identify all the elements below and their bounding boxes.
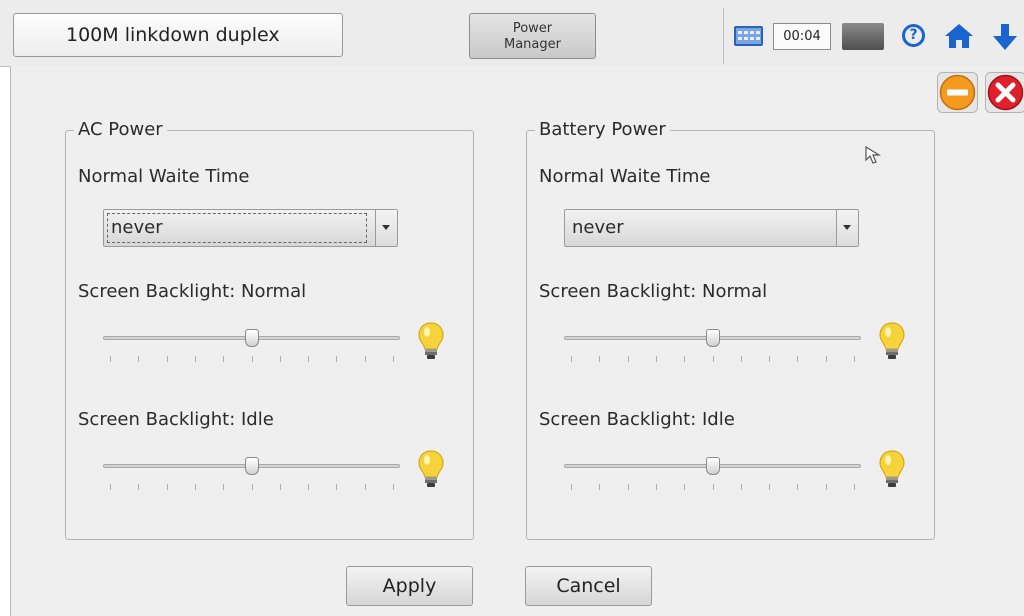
- slider-thumb[interactable]: [245, 457, 259, 475]
- slider-tick: [280, 484, 281, 490]
- ac-backlight-idle-label: Screen Backlight: Idle: [78, 409, 274, 430]
- battery-backlight-idle-label: Screen Backlight: Idle: [539, 409, 735, 430]
- ac-backlight-idle-slider[interactable]: [103, 457, 400, 497]
- slider-tick: [769, 356, 770, 362]
- ac-backlight-normal-slider[interactable]: [103, 329, 400, 369]
- cancel-button[interactable]: Cancel: [525, 566, 652, 606]
- slider-tick: [223, 356, 224, 362]
- minimize-button[interactable]: [937, 72, 978, 113]
- slider-tick: [854, 484, 855, 490]
- minimize-icon: [937, 72, 978, 113]
- keyboard-icon[interactable]: [734, 26, 763, 46]
- slider-tick: [826, 484, 827, 490]
- slider-thumb[interactable]: [245, 329, 259, 347]
- slider-tick: [280, 356, 281, 362]
- slider-tick: [854, 356, 855, 362]
- slider-tick: [167, 484, 168, 490]
- clock: 00:04: [773, 23, 831, 50]
- home-icon[interactable]: [944, 22, 974, 50]
- lightbulb-icon: [879, 450, 905, 487]
- slider-tick: [252, 484, 253, 490]
- slider-tick: [656, 484, 657, 490]
- lightbulb-icon: [418, 322, 444, 359]
- slider-tick: [741, 356, 742, 362]
- power-manager-label-line1: Power: [512, 21, 553, 36]
- battery-wait-time-value: never: [572, 217, 624, 238]
- slider-tick: [365, 356, 366, 362]
- slider-tick: [571, 484, 572, 490]
- slider-tick: [628, 484, 629, 490]
- slider-tick: [195, 356, 196, 362]
- slider-tick: [769, 484, 770, 490]
- slider-tick: [138, 484, 139, 490]
- help-icon[interactable]: ?: [902, 24, 925, 47]
- slider-tick: [110, 356, 111, 362]
- slider-tick: [336, 484, 337, 490]
- slider-tick: [797, 356, 798, 362]
- slider-tick: [656, 356, 657, 362]
- slider-tick: [713, 484, 714, 490]
- slider-tick: [308, 484, 309, 490]
- lightbulb-icon: [879, 322, 905, 359]
- slider-tick: [393, 484, 394, 490]
- ac-backlight-normal-label: Screen Backlight: Normal: [78, 281, 307, 302]
- slider-tick: [599, 484, 600, 490]
- ac-wait-time-label: Normal Waite Time: [78, 166, 250, 187]
- battery-power-title: Battery Power: [535, 120, 670, 140]
- slider-tick: [797, 484, 798, 490]
- slider-tick: [138, 356, 139, 362]
- slider-thumb[interactable]: [706, 457, 720, 475]
- slider-tick: [741, 484, 742, 490]
- power-manager-label-line2: Manager: [504, 37, 561, 52]
- close-button[interactable]: [985, 72, 1024, 113]
- slider-tick: [393, 356, 394, 362]
- slider-tick: [571, 356, 572, 362]
- chevron-down-icon[interactable]: [375, 210, 397, 246]
- mouse-cursor-icon: [865, 145, 882, 164]
- separator: [723, 8, 724, 64]
- battery-backlight-idle-slider[interactable]: [564, 457, 861, 497]
- chevron-down-icon[interactable]: [836, 210, 858, 246]
- slider-tick: [167, 356, 168, 362]
- slider-tick: [195, 484, 196, 490]
- slider-tick: [684, 484, 685, 490]
- battery-wait-time-label: Normal Waite Time: [539, 166, 711, 187]
- arrow-down-icon[interactable]: [990, 22, 1020, 52]
- battery-icon: [842, 23, 884, 50]
- slider-tick: [308, 356, 309, 362]
- close-icon: [985, 72, 1024, 113]
- slider-tick: [110, 484, 111, 490]
- slider-tick: [599, 356, 600, 362]
- slider-tick: [713, 356, 714, 362]
- power-manager-button[interactable]: Power Manager: [469, 13, 596, 59]
- slider-tick: [336, 356, 337, 362]
- top-bar: 100M linkdown duplex Power Manager 00:04…: [0, 0, 1024, 67]
- slider-tick: [252, 356, 253, 362]
- lightbulb-icon: [418, 450, 444, 487]
- slider-tick: [684, 356, 685, 362]
- apply-button[interactable]: Apply: [346, 566, 473, 606]
- ac-wait-time-select[interactable]: never: [103, 209, 398, 247]
- battery-backlight-normal-label: Screen Backlight: Normal: [539, 281, 768, 302]
- battery-backlight-normal-slider[interactable]: [564, 329, 861, 369]
- slider-tick: [223, 484, 224, 490]
- battery-wait-time-select[interactable]: never: [564, 209, 859, 247]
- slider-tick: [826, 356, 827, 362]
- status-field: 100M linkdown duplex: [13, 13, 343, 57]
- slider-tick: [628, 356, 629, 362]
- slider-thumb[interactable]: [706, 329, 720, 347]
- ac-power-title: AC Power: [74, 120, 167, 140]
- ac-wait-time-value: never: [107, 213, 367, 243]
- slider-tick: [365, 484, 366, 490]
